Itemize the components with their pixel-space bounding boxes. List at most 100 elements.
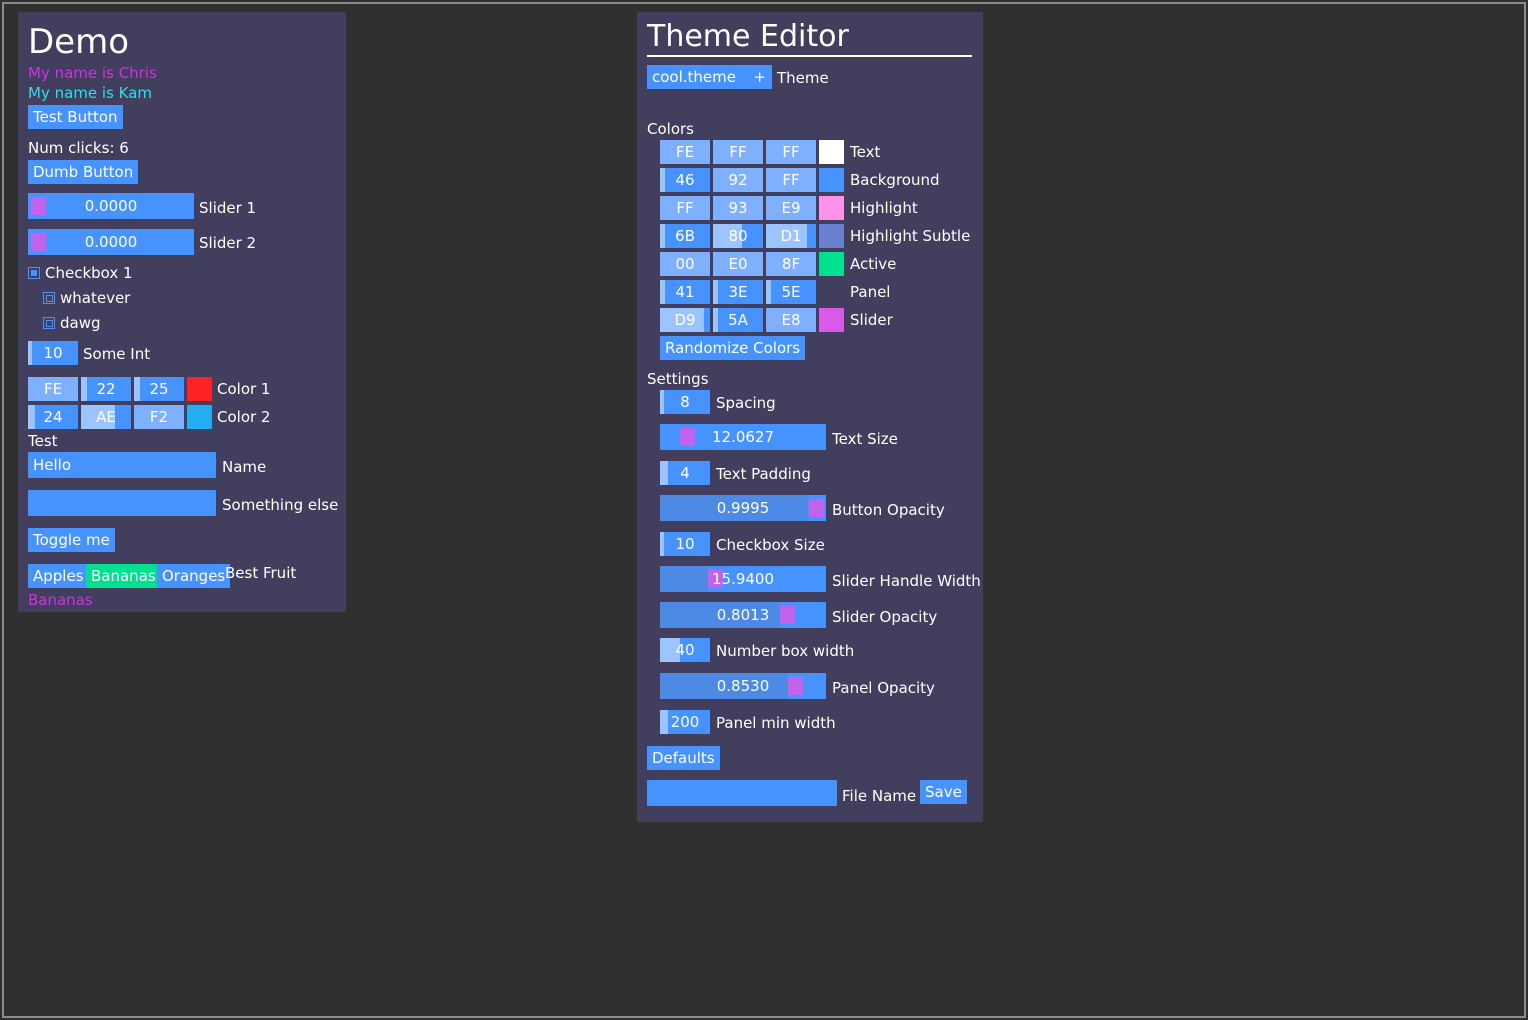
slider-opacity-value: 0.8013 [716,606,770,624]
number-box-width-box[interactable]: 40 [660,638,710,662]
slider-handle-width-slider[interactable]: 15.9400 [660,566,826,592]
theme-color-highlight-r-value: FF [676,199,694,217]
theme-color-background-r[interactable]: 46 [660,168,710,192]
slider-2[interactable]: 0.0000 [28,229,194,255]
color-1-b-value: 25 [149,380,169,398]
theme-file-dropdown[interactable]: cool.theme + [647,65,772,89]
checkbox-size-value: 10 [675,535,695,553]
theme-color-slider-swatch[interactable] [819,308,844,332]
randomize-colors-button[interactable]: Randomize Colors [660,336,806,360]
theme-color-active-r[interactable]: 00 [660,252,710,276]
checkbox-1-mark [31,270,37,276]
checkbox-1[interactable] [28,267,40,279]
theme-color-highlight-subtle-swatch[interactable] [819,224,844,248]
theme-color-text-swatch[interactable] [819,140,844,164]
theme-color-slider-label: Slider [850,311,893,329]
theme-label: Theme [777,69,829,87]
file-name-input[interactable] [647,780,837,806]
theme-color-text-g-value: FF [729,143,747,161]
button-opacity-slider[interactable]: 0.9995 [660,495,826,521]
color-2-b[interactable]: F2 [134,405,184,429]
panel-min-width-label: Panel min width [716,714,836,732]
slider-1-value: 0.0000 [84,197,138,215]
theme-color-slider-g-value: 5A [728,311,748,329]
theme-color-text-r[interactable]: FE [660,140,710,164]
checkbox-dawg[interactable] [43,317,55,329]
fruit-option-bananas[interactable]: Bananas [86,564,161,588]
theme-color-slider-b[interactable]: E8 [766,308,816,332]
theme-color-text-g[interactable]: FF [713,140,763,164]
theme-color-panel-g[interactable]: 3E [713,280,763,304]
theme-color-background-g[interactable]: 92 [713,168,763,192]
fruit-option-apples[interactable]: Apples [28,564,89,588]
name-input[interactable]: Hello [28,452,216,478]
file-name-label: File Name [842,787,917,805]
theme-color-highlight-r[interactable]: FF [660,196,710,220]
theme-color-active-label: Active [850,255,897,273]
theme-color-active-swatch[interactable] [819,252,844,276]
theme-color-highlight-subtle-r-value: 6B [675,227,695,245]
color-1-g[interactable]: 22 [81,377,131,401]
dumb-button[interactable]: Dumb Button [28,160,139,184]
button-opacity-label: Button Opacity [832,501,945,519]
color-2-r[interactable]: 24 [28,405,78,429]
color-2-swatch[interactable] [187,405,212,429]
theme-color-background-r-value: 46 [675,171,695,189]
color-2-r-value: 24 [43,408,63,426]
color-2-g[interactable]: AE [81,405,131,429]
text-size-slider[interactable]: 12.0627 [660,424,826,450]
theme-color-background-swatch[interactable] [819,168,844,192]
panel-opacity-slider[interactable]: 0.8530 [660,673,826,699]
text-padding-box[interactable]: 4 [660,461,710,485]
theme-color-active-g[interactable]: E0 [713,252,763,276]
theme-color-panel-r[interactable]: 41 [660,280,710,304]
slider-opacity-slider[interactable]: 0.8013 [660,602,826,628]
demo-title: Demo [28,22,130,62]
theme-color-highlight-swatch[interactable] [819,196,844,220]
spacing-label: Spacing [716,394,776,412]
spacing-box[interactable]: 8 [660,390,710,414]
theme-color-highlight-b[interactable]: E9 [766,196,816,220]
defaults-button[interactable]: Defaults [647,746,720,770]
demo-panel: Demo My name is Chris My name is Kam Tes… [18,12,346,612]
theme-color-highlight-subtle-g[interactable]: 80 [713,224,763,248]
panel-min-width-box[interactable]: 200 [660,710,710,734]
theme-color-slider-b-value: E8 [781,311,801,329]
theme-color-highlight-g-value: 93 [728,199,748,217]
theme-color-panel-b[interactable]: 5E [766,280,816,304]
checkbox-whatever[interactable] [43,292,55,304]
slider-1-label: Slider 1 [199,199,257,217]
plus-icon: + [753,68,766,86]
theme-color-highlight-g[interactable]: 93 [713,196,763,220]
color-2-label: Color 2 [217,408,271,426]
checkbox-1-label: Checkbox 1 [45,264,133,282]
something-else-input[interactable] [28,490,216,516]
checkbox-size-box[interactable]: 10 [660,532,710,556]
some-int-box[interactable]: 10 [28,341,78,365]
name-line-chris: My name is Chris [28,64,157,82]
toggle-button[interactable]: Toggle me [28,528,115,552]
slider-handle-width-value: 15.9400 [711,570,775,588]
theme-editor-panel: Theme Editor cool.theme + Theme Colors F… [637,12,983,822]
color-1-swatch[interactable] [187,377,212,401]
theme-color-active-b[interactable]: 8F [766,252,816,276]
theme-file-name: cool.theme [652,68,736,86]
theme-color-background-b[interactable]: FF [766,168,816,192]
save-button[interactable]: Save [920,780,967,804]
fruit-option-oranges[interactable]: Oranges [157,564,231,588]
theme-color-highlight-subtle-b[interactable]: D1 [766,224,816,248]
some-int-value: 10 [43,344,63,362]
theme-color-slider-r-value: D9 [674,311,696,329]
slider-1[interactable]: 0.0000 [28,193,194,219]
color-1-r-value: FE [43,380,63,398]
theme-editor-title: Theme Editor [647,19,849,54]
theme-color-slider-g[interactable]: 5A [713,308,763,332]
test-button[interactable]: Test Button [28,105,123,129]
theme-color-panel-swatch[interactable] [819,280,844,304]
color-1-r[interactable]: FE [28,377,78,401]
theme-color-highlight-subtle-r[interactable]: 6B [660,224,710,248]
color-1-b[interactable]: 25 [134,377,184,401]
slider-opacity-label: Slider Opacity [832,608,938,626]
theme-color-slider-r[interactable]: D9 [660,308,710,332]
theme-color-text-b[interactable]: FF [766,140,816,164]
